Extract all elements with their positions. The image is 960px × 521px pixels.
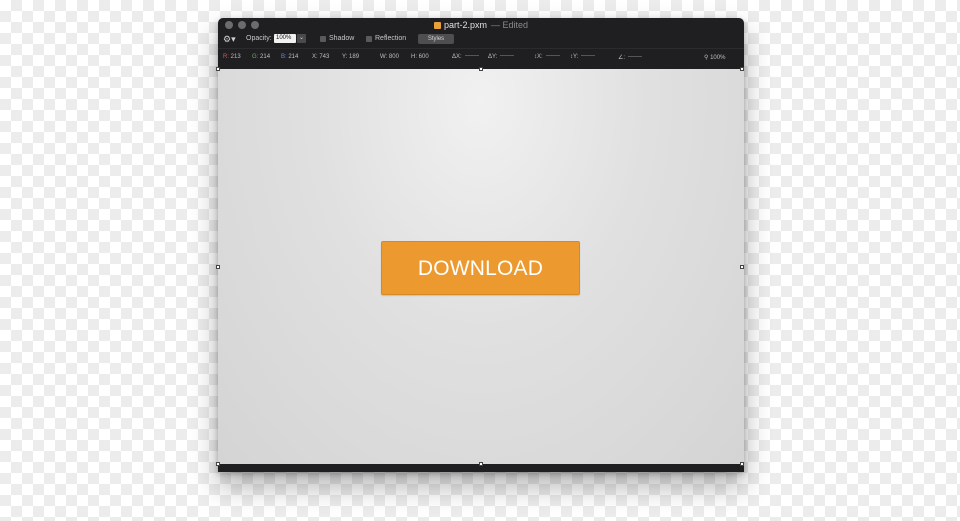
opacity-input[interactable]: 100%: [274, 34, 296, 43]
opacity-label: Opacity:: [246, 35, 272, 42]
interval-x-label: ↕X:: [534, 54, 543, 60]
resize-handle-bottom-right[interactable]: [740, 462, 744, 466]
y-label: Y:: [342, 54, 348, 60]
blue-label: B:: [281, 54, 287, 60]
resize-handle-top-right[interactable]: [740, 67, 744, 71]
image-canvas[interactable]: DOWNLOAD: [218, 69, 744, 464]
empty-value-dash: [545, 55, 560, 56]
reflection-label: Reflection: [375, 35, 407, 42]
resize-handle-top-left[interactable]: [216, 67, 220, 71]
blue-value: 214: [288, 54, 299, 60]
x-value: 743: [319, 54, 330, 60]
width-readout: W: 800: [380, 54, 399, 60]
zoom-readout[interactable]: ⚲ 100%: [704, 54, 725, 61]
resize-handle-top[interactable]: [479, 67, 483, 71]
delta-y-label: ΔY:: [488, 54, 498, 60]
blue-readout: B: 214: [281, 54, 298, 60]
green-value: 214: [260, 54, 271, 60]
red-readout: R: 213: [223, 54, 241, 60]
angle-label: ∠:: [618, 55, 626, 61]
width-label: W:: [380, 54, 388, 60]
resize-handle-right[interactable]: [740, 265, 744, 269]
layer-style-toolbar: ⚙▾ Opacity: 100% ⌄ Shadow Reflection Sty…: [218, 32, 744, 48]
window-title: part-2.pxm — Edited: [218, 20, 744, 30]
delta-x-readout: ΔX:: [452, 54, 479, 60]
red-label: R:: [223, 54, 229, 60]
opacity-dropdown-button[interactable]: ⌄: [297, 34, 306, 43]
empty-value-dash: [581, 55, 596, 56]
width-value: 800: [388, 54, 399, 60]
document-name: part-2.pxm: [443, 20, 487, 30]
info-bar: R: 213 G: 214 B: 214 X: 743 Y: 189 W: 80…: [218, 48, 744, 67]
delta-y-readout: ΔY:: [488, 54, 515, 60]
red-value: 213: [230, 54, 241, 60]
angle-readout: ∠:: [618, 54, 643, 61]
delta-x-label: ΔX:: [452, 54, 462, 60]
interval-y-label: ↕Y:: [570, 54, 579, 60]
magnifier-icon: ⚲: [704, 55, 709, 61]
empty-value-dash: [464, 55, 479, 56]
resize-handle-left[interactable]: [216, 265, 220, 269]
pxm-document-icon: [433, 22, 441, 29]
empty-value-dash: [628, 56, 643, 57]
titlebar: part-2.pxm — Edited: [218, 18, 744, 32]
interval-x-readout: ↕X:: [534, 54, 560, 60]
reflection-checkbox[interactable]: [366, 36, 372, 42]
gear-icon[interactable]: ⚙▾: [223, 34, 236, 45]
shadow-checkbox[interactable]: [320, 36, 326, 42]
shadow-label: Shadow: [329, 35, 355, 42]
edited-status: — Edited: [490, 20, 529, 30]
y-value: 189: [349, 54, 360, 60]
y-readout: Y: 189: [342, 54, 359, 60]
height-value: 600: [418, 54, 429, 60]
green-readout: G: 214: [252, 54, 270, 60]
editor-window: part-2.pxm — Edited ⚙▾ Opacity: 100% ⌄ Sh…: [216, 18, 744, 472]
empty-value-dash: [500, 55, 515, 56]
height-readout: H: 600: [411, 54, 429, 60]
interval-y-readout: ↕Y:: [570, 54, 596, 60]
download-button[interactable]: DOWNLOAD: [381, 241, 580, 295]
x-label: X:: [312, 54, 318, 60]
green-label: G:: [252, 54, 259, 60]
resize-handle-bottom-left[interactable]: [216, 462, 220, 466]
zoom-value: 100%: [710, 55, 726, 61]
resize-handle-bottom[interactable]: [479, 462, 483, 466]
height-label: H:: [411, 54, 417, 60]
x-readout: X: 743: [312, 54, 329, 60]
styles-button[interactable]: Styles: [418, 34, 454, 44]
